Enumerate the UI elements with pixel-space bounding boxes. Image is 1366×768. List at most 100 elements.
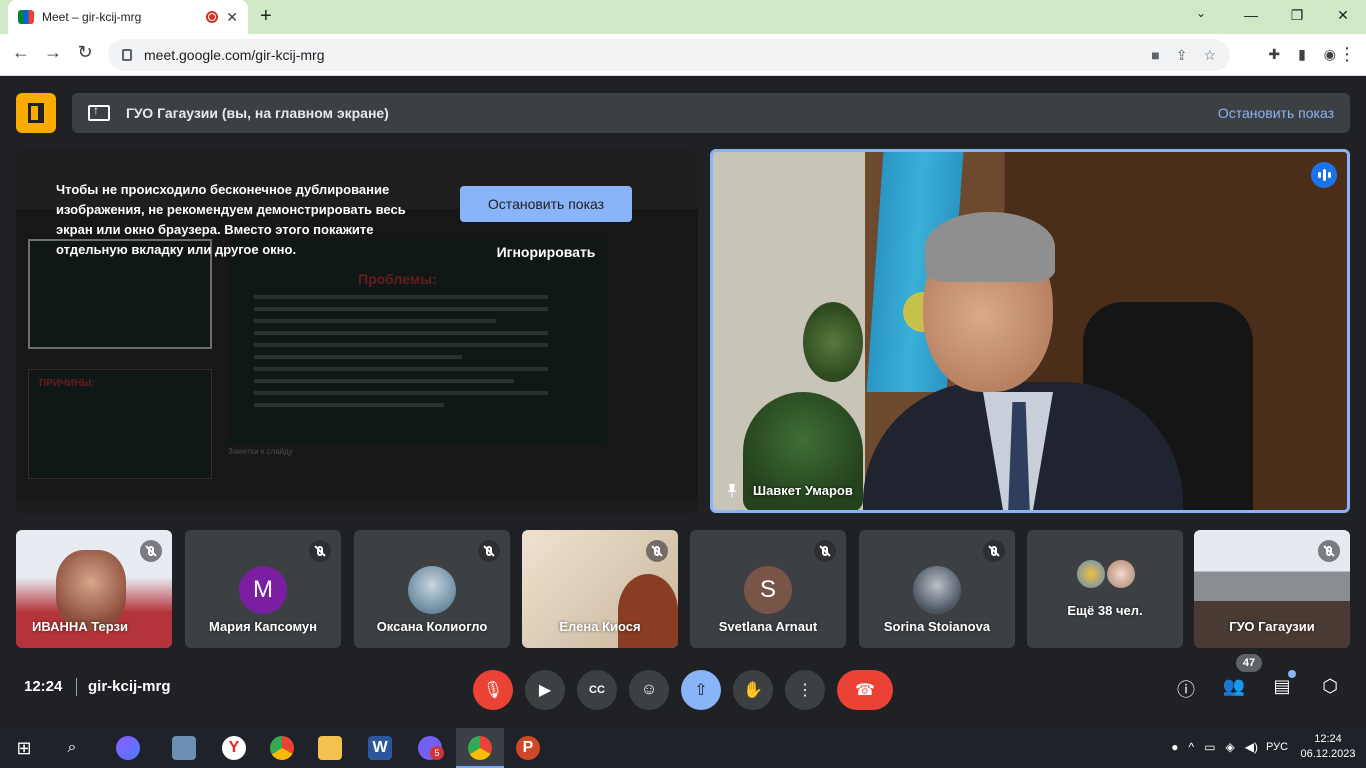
overlay-ignore-button[interactable]: Игнорировать <box>460 240 632 264</box>
leave-call-button[interactable]: ☎ <box>837 670 893 710</box>
share-icon[interactable]: ⇪ <box>1176 47 1188 64</box>
browser-tab-meet[interactable]: Meet – gir-kcij-mrg ✕ <box>8 0 248 34</box>
avatar <box>913 566 961 614</box>
back-icon[interactable]: ← <box>8 42 34 63</box>
forward-icon[interactable]: → <box>40 42 66 63</box>
windows-start-icon[interactable]: ⊞ <box>12 736 36 760</box>
browser-tab-bar: Meet – gir-kcij-mrg ✕ + ⌄ — ❐ ✕ <box>0 0 1366 34</box>
close-tab-icon[interactable]: ✕ <box>226 9 238 26</box>
bookmark-star-icon[interactable]: ☆ <box>1203 47 1216 64</box>
lock-icon[interactable] <box>122 49 132 61</box>
powerpoint-icon[interactable]: P <box>516 736 540 760</box>
participant-tile[interactable]: ГУО Гагаузии <box>1194 530 1350 648</box>
speaker-name-label: Шавкет Умаров <box>727 483 853 498</box>
close-window-button[interactable]: ✕ <box>1320 0 1366 30</box>
meeting-details-icon[interactable]: ⓘ <box>1173 676 1199 702</box>
muted-mic-icon <box>140 540 162 562</box>
chat-icon[interactable]: ▤ <box>1269 676 1295 697</box>
language-indicator[interactable]: РУС <box>1266 741 1288 753</box>
mic-off-icon: 🎙 <box>482 682 504 699</box>
pin-icon[interactable] <box>727 483 737 498</box>
yandex-browser-icon[interactable]: Y <box>222 736 246 760</box>
recording-indicator-icon <box>206 11 219 23</box>
meeting-code: gir-kcij-mrg <box>88 678 171 695</box>
hangup-icon: ☎ <box>855 682 875 699</box>
browser-menu-icon[interactable]: ⋮ <box>1338 44 1356 65</box>
overlay-stop-presenting-button[interactable]: Остановить показ <box>460 186 632 222</box>
presenting-title: ГУО Гагаузии (вы, на главном экране) <box>126 105 389 121</box>
participant-tile[interactable]: M Мария Капсомун <box>185 530 341 648</box>
browser-toolbar: ← → ↻ meet.google.com/gir-kcij-mrg ■ ⇪ ☆… <box>0 34 1366 76</box>
raise-hand-button[interactable]: ✋ <box>733 670 773 710</box>
stop-presenting-link[interactable]: Остановить показ <box>1218 105 1334 121</box>
presentation-icon <box>16 93 56 133</box>
system-tray: ● ^ ▭ ◈ ◀) <box>1171 740 1258 754</box>
extensions-puzzle-icon[interactable]: ✚ <box>1268 46 1280 63</box>
taskbar-time: 12:24 <box>1314 733 1342 745</box>
minimize-button[interactable]: — <box>1228 0 1274 30</box>
taskbar-date: 06.12.2023 <box>1300 748 1356 760</box>
tab-search-chevron-icon[interactable]: ⌄ <box>1196 6 1206 20</box>
captions-button[interactable]: CC <box>577 670 617 710</box>
participant-tile[interactable]: Оксана Колиогло <box>354 530 510 648</box>
more-vertical-icon: ⋮ <box>797 682 813 699</box>
participant-tile[interactable]: S Svetlana Arnaut <box>690 530 846 648</box>
participant-tile[interactable]: Елена Киося <box>522 530 678 648</box>
side-panel-icon[interactable]: ▮ <box>1298 46 1306 63</box>
people-icon[interactable]: 👥 <box>1221 676 1247 697</box>
viber-tray-icon[interactable]: ● <box>1171 740 1178 754</box>
present-button[interactable]: ⇧ <box>681 670 721 710</box>
participant-name: Елена Киося <box>559 619 641 634</box>
participant-name: Svetlana Arnaut <box>718 619 818 634</box>
chrome-active-icon[interactable] <box>468 736 492 760</box>
muted-mic-icon <box>1318 540 1340 562</box>
taskbar-clock[interactable]: 12:24 06.12.2023 <box>1298 732 1358 762</box>
more-participants-tile[interactable]: Ещё 38 чел. <box>1027 530 1183 648</box>
restore-button[interactable]: ❐ <box>1274 0 1320 30</box>
avatar: M <box>239 566 287 614</box>
muted-mic-icon <box>309 540 331 562</box>
speaking-indicator-icon <box>1311 162 1337 188</box>
more-participants-label: Ещё 38 чел. <box>1067 603 1143 618</box>
main-speaker-tile[interactable]: Шавкет Умаров <box>710 149 1350 513</box>
search-icon[interactable]: ⌕ <box>60 736 84 760</box>
muted-mic-icon <box>814 540 836 562</box>
participant-tile[interactable]: Sorina Stoianova <box>859 530 1015 648</box>
chrome-icon[interactable] <box>270 736 294 760</box>
participant-name: Мария Капсомун <box>208 619 318 634</box>
participant-name: Оксана Колиогло <box>376 619 488 634</box>
tab-title: Meet – gir-kcij-mrg <box>42 10 142 24</box>
calculator-icon[interactable] <box>172 736 196 760</box>
volume-icon[interactable]: ◀) <box>1245 740 1258 754</box>
profile-avatar-icon[interactable]: ◉ <box>1324 46 1336 63</box>
reload-icon[interactable]: ↻ <box>72 42 98 63</box>
show-hidden-icons-chevron-icon[interactable]: ^ <box>1189 740 1195 754</box>
activities-icon[interactable]: ⬡ <box>1317 676 1343 697</box>
participant-tile[interactable]: ИВАННА Терзи <box>16 530 172 648</box>
meeting-clock: 12:24 <box>24 678 63 695</box>
battery-icon[interactable]: ▭ <box>1204 740 1215 754</box>
reactions-button[interactable]: ☺ <box>629 670 669 710</box>
address-bar[interactable]: meet.google.com/gir-kcij-mrg ■ ⇪ ☆ <box>108 39 1230 71</box>
more-options-button[interactable]: ⋮ <box>785 670 825 710</box>
camera-toggle-button[interactable]: ▶ <box>525 670 565 710</box>
mic-toggle-button[interactable]: 🎙 <box>473 670 513 710</box>
hand-icon: ✋ <box>743 682 763 699</box>
camera-icon: ▶ <box>538 682 552 699</box>
camera-in-use-icon[interactable]: ■ <box>1151 47 1159 64</box>
muted-mic-icon <box>646 540 668 562</box>
url-text[interactable]: meet.google.com/gir-kcij-mrg <box>144 47 1151 63</box>
speaker-name: Шавкет Умаров <box>753 483 853 498</box>
captions-icon: CC <box>589 684 605 696</box>
word-icon[interactable]: W <box>368 736 392 760</box>
window-controls: — ❐ ✕ <box>1228 0 1366 30</box>
more-avatars <box>1075 558 1139 590</box>
network-icon[interactable]: ◈ <box>1226 740 1235 754</box>
people-count-badge: 47 <box>1236 654 1262 672</box>
muted-mic-icon <box>478 540 500 562</box>
share-warning-message: Чтобы не происходило бесконечное дублиро… <box>56 182 406 257</box>
alice-assistant-icon[interactable] <box>116 736 140 760</box>
meeting-controls-bar: 12:24 gir-kcij-mrg 🎙 ▶ CC ☺ ⇧ ✋ ⋮ ☎ ⓘ 👥 … <box>0 654 1366 728</box>
new-tab-button[interactable]: + <box>260 6 272 26</box>
file-explorer-icon[interactable] <box>318 736 342 760</box>
